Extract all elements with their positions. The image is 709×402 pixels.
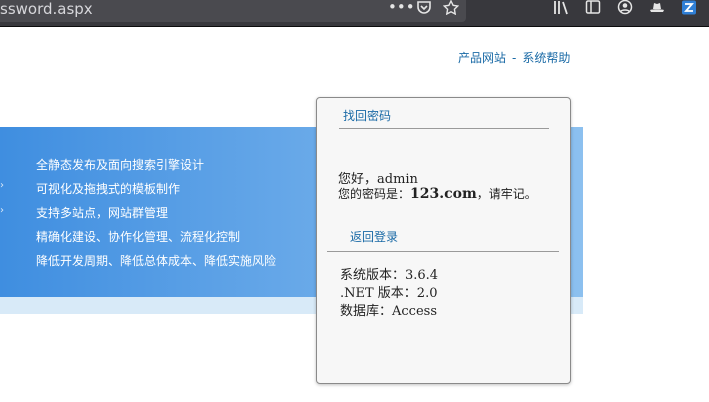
bookmark-star-icon[interactable] — [442, 0, 460, 18]
database-type: 数据库：Access — [340, 304, 437, 319]
browser-toolbar: ssword.aspx ••• — [0, 0, 709, 27]
section-divider — [327, 251, 559, 252]
feature-item: 支持多站点，网站群管理 — [36, 206, 169, 220]
password-suffix: ，请牢记。 — [476, 187, 537, 201]
more-icon[interactable]: ••• — [388, 0, 415, 15]
url-text[interactable]: ssword.aspx — [0, 0, 93, 18]
panel-title[interactable]: 找回密码 — [343, 107, 391, 124]
arrow-icon: › — [0, 205, 4, 216]
feature-item: 精确化建设、协作化管理、流程化控制 — [36, 230, 241, 244]
address-bar[interactable]: ssword.aspx ••• — [0, 0, 466, 22]
title-divider — [339, 128, 549, 129]
account-icon[interactable] — [617, 0, 633, 18]
hat-icon[interactable] — [649, 0, 665, 18]
feature-item: 全静态发布及面向搜索引擎设计 — [36, 158, 205, 172]
feature-item: 可视化及拖拽式的模板制作 — [36, 182, 181, 196]
password-recovery-panel: 找回密码 您好，admin 您的密码是：123.com，请牢记。 返回登录 系统… — [316, 97, 571, 384]
system-help-link[interactable]: 系统帮助 — [522, 49, 570, 66]
password-prefix: 您的密码是： — [338, 187, 411, 201]
system-version: 系统版本：3.6.4 — [340, 268, 439, 283]
link-separator: - — [512, 51, 517, 65]
product-site-link[interactable]: 产品网站 — [458, 49, 506, 66]
top-links: 产品网站 - 系统帮助 — [458, 49, 570, 66]
net-version: .NET 版本：2.0 — [340, 286, 438, 301]
feature-item: 降低开发周期、降低总体成本、降低实施风险 — [36, 254, 277, 268]
back-to-login-link[interactable]: 返回登录 — [350, 228, 398, 245]
library-icon[interactable] — [553, 0, 569, 18]
extension-icon[interactable] — [681, 0, 697, 18]
password-message: 您的密码是：123.com，请牢记。 — [338, 185, 537, 202]
sidebar-icon[interactable] — [585, 0, 601, 18]
password-value: 123.com — [410, 186, 477, 202]
arrow-icon: › — [0, 180, 4, 191]
pocket-icon[interactable] — [416, 0, 432, 18]
